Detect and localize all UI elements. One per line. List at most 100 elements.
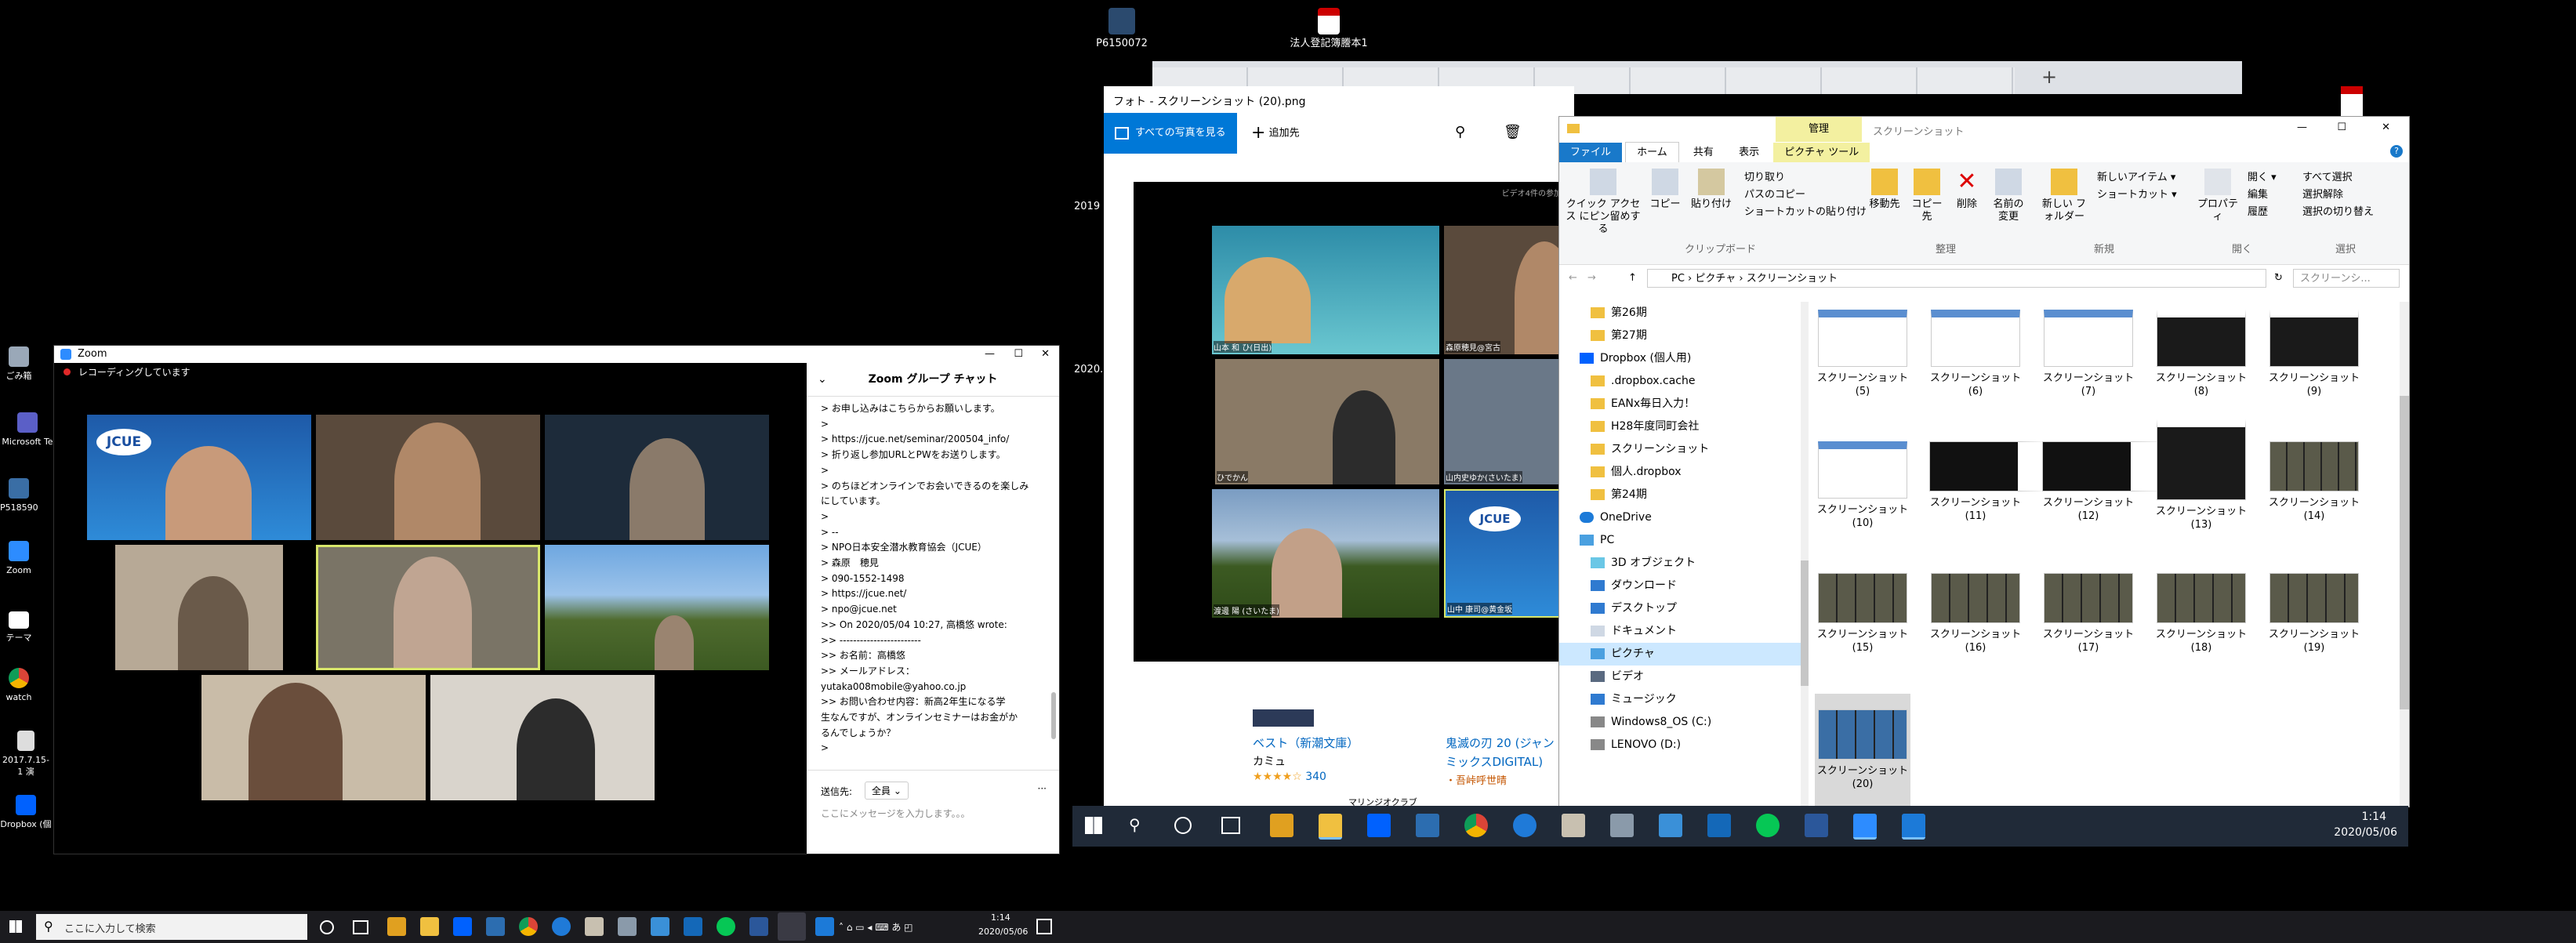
tab-share[interactable]: 共有 <box>1682 143 1725 163</box>
dropbox-icon[interactable] <box>453 917 472 936</box>
camera-icon[interactable] <box>1610 814 1634 837</box>
file-item-selected[interactable]: スクリーンショット (20) <box>1815 694 1910 807</box>
video-tile[interactable] <box>545 545 769 670</box>
nav-item[interactable]: .dropbox.cache <box>1559 370 1802 393</box>
chrome-icon[interactable] <box>1464 814 1488 837</box>
notification-icon[interactable] <box>1036 919 1052 934</box>
mail-icon[interactable] <box>1659 814 1682 837</box>
cortana-icon[interactable] <box>320 920 334 934</box>
tab-home[interactable]: ホーム <box>1625 142 1679 163</box>
history-button[interactable]: 履歴 <box>2248 203 2268 218</box>
mail-icon[interactable] <box>651 917 669 936</box>
invert-selection-button[interactable]: 選択の切り替え <box>2302 203 2374 218</box>
rating-count[interactable]: 340 <box>1305 771 1326 783</box>
file-item[interactable]: スクリーンショット (15) <box>1816 573 1909 655</box>
search-input[interactable]: スクリーンシ... <box>2293 269 2400 288</box>
tab-picture-tools[interactable]: ピクチャ ツール <box>1773 143 1870 163</box>
add-to-button[interactable]: + 追加先 <box>1251 113 1300 154</box>
file-item[interactable]: スクリーンショット (7) <box>2042 310 2135 398</box>
chevron-down-icon[interactable]: ⌄ <box>818 363 827 396</box>
clock-date[interactable]: 2020/05/06 <box>2334 826 2397 839</box>
manage-tab[interactable]: 管理 <box>1776 117 1862 142</box>
move-to-button[interactable]: 移動先 <box>1865 169 1904 211</box>
up-icon[interactable]: ↑ <box>1628 272 1637 284</box>
video-tile[interactable]: JCUE <box>87 415 311 540</box>
word-icon[interactable] <box>749 917 768 936</box>
send-to-select[interactable]: 全員 ⌄ <box>865 782 909 800</box>
file-item[interactable]: スクリーンショット (10) <box>1816 441 1909 530</box>
nav-item[interactable]: 第24期 <box>1559 484 1802 506</box>
task-view-icon[interactable] <box>1221 817 1240 834</box>
breadcrumb-item[interactable]: ピクチャ <box>1695 273 1736 285</box>
rename-button[interactable]: 名前の 変更 <box>1987 169 2030 223</box>
close-button[interactable]: ✕ <box>2382 122 2390 133</box>
photos-icon[interactable] <box>1902 814 1925 840</box>
file-item[interactable]: スクリーンショット (9) <box>2268 310 2360 398</box>
nav-item[interactable]: ミュージック <box>1559 688 1802 711</box>
camera-icon[interactable] <box>618 917 637 936</box>
desktop-icon-file[interactable]: 2017.7.15- 1 演 <box>0 731 52 778</box>
cortana-icon[interactable] <box>1174 817 1192 834</box>
clock-time[interactable]: 1:14 <box>991 912 1010 923</box>
edge-icon[interactable] <box>552 917 571 936</box>
minimize-button[interactable]: — <box>2297 122 2307 133</box>
monitor-icon[interactable] <box>486 917 505 936</box>
video-tile[interactable] <box>430 675 655 800</box>
file-item[interactable]: スクリーンショット (18) <box>2155 573 2248 655</box>
breadcrumb-item[interactable]: PC <box>1671 273 1685 285</box>
file-item[interactable]: スクリーンショット (12) <box>2042 441 2170 523</box>
video-tile-active[interactable] <box>316 545 540 670</box>
zoom-icon[interactable]: ⚲ <box>1455 124 1465 140</box>
file-grid-scrollbar[interactable] <box>2400 302 2409 807</box>
minimize-button[interactable]: — <box>985 346 995 363</box>
chrome-icon[interactable] <box>519 917 538 936</box>
copy-button[interactable]: コピー <box>1645 169 1685 211</box>
clock-date[interactable]: 2020/05/06 <box>978 927 1028 937</box>
breadcrumb[interactable]: PC › ピクチャ › スクリーンショット <box>1647 269 2266 288</box>
file-explorer-icon[interactable] <box>420 917 439 936</box>
close-button[interactable]: ✕ <box>1041 346 1050 363</box>
nav-item[interactable]: EANx毎日入力！ <box>1559 393 1802 415</box>
nav-item[interactable]: ダウンロード <box>1559 575 1802 597</box>
book-title-link[interactable]: 鬼滅の刃 20 (ジャン <box>1446 734 1555 751</box>
book-title-link[interactable]: ベスト（新潮文庫） <box>1253 734 1359 751</box>
nav-item[interactable]: デスクトップ <box>1559 597 1802 620</box>
properties-button[interactable]: プロパティ <box>2194 169 2241 223</box>
file-item[interactable]: スクリーンショット (17) <box>2042 573 2135 655</box>
desktop-icon-zoom[interactable]: Zoom <box>0 541 38 576</box>
app-icon[interactable] <box>585 917 604 936</box>
desktop-icon-recycle-bin[interactable]: ごみ箱 <box>0 346 38 382</box>
file-item[interactable]: スクリーンショット (5) <box>1816 310 1909 398</box>
clock-time[interactable]: 1:14 <box>2362 811 2386 823</box>
edit-button[interactable]: 編集 <box>2248 186 2268 201</box>
all-photos-button[interactable]: すべての写真を見る <box>1104 113 1237 154</box>
word-icon[interactable] <box>1805 814 1828 837</box>
dropbox-icon[interactable] <box>1367 814 1391 837</box>
tab-file[interactable]: ファイル <box>1559 143 1623 163</box>
copy-to-button[interactable]: コピー先 <box>1907 169 1947 223</box>
line-icon[interactable] <box>1756 814 1780 837</box>
desktop-icon-theme[interactable]: テーマ <box>0 611 38 644</box>
desktop-icon-image[interactable]: P518590 <box>0 478 38 513</box>
nav-item[interactable]: H28年度同町会社 <box>1559 415 1802 438</box>
desktop-icon-teams[interactable]: Microsoft Te <box>0 412 55 448</box>
paste-shortcut-button[interactable]: ショートカットの貼り付け <box>1744 203 1867 218</box>
nav-item-selected[interactable]: ピクチャ <box>1559 643 1802 666</box>
app-icon[interactable] <box>1562 814 1585 837</box>
new-item-button[interactable]: 新しいアイテム ▾ <box>2097 169 2175 183</box>
select-none-button[interactable]: 選択解除 <box>2302 186 2343 201</box>
zoom-app-icon[interactable] <box>778 912 806 941</box>
nav-scrollbar[interactable] <box>1801 302 1809 807</box>
desktop-icon-dropbox[interactable]: Dropbox (個 <box>0 795 52 830</box>
shortcut-button[interactable]: ショートカット ▾ <box>2097 186 2177 201</box>
chat-input[interactable]: ここにメッセージを入力します。。。 <box>821 807 971 820</box>
nav-item[interactable]: 個人.dropbox <box>1559 461 1802 484</box>
taskbar-search-box[interactable]: ⚲ ここに入力して検索 <box>36 914 307 940</box>
select-all-button[interactable]: すべて選択 <box>2302 169 2353 183</box>
open-button[interactable]: 開く ▾ <box>2248 169 2277 183</box>
nav-item[interactable]: 3D オブジェクト <box>1559 552 1802 575</box>
video-tile[interactable] <box>316 415 540 540</box>
nav-item[interactable]: ビデオ <box>1559 666 1802 688</box>
forward-icon[interactable]: → <box>1587 272 1596 284</box>
desktop-icon-pdf[interactable]: 法人登記簿謄本1 <box>1286 8 1372 49</box>
